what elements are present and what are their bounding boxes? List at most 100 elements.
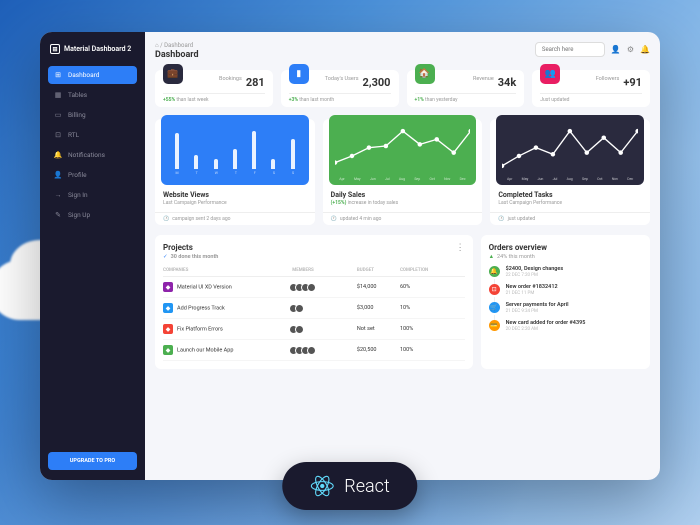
- nav-icon: ▭: [54, 111, 62, 119]
- col-header: MEMBERS: [292, 268, 357, 273]
- chart-graphic: AprMayJunJulAugSepOctNovDec: [329, 115, 477, 185]
- company-icon: ◆: [163, 345, 173, 355]
- sidebar-item-sign-up[interactable]: ✎ Sign Up: [48, 206, 137, 224]
- stat-icon: 👥: [540, 64, 560, 84]
- user-icon[interactable]: 👤: [611, 45, 621, 54]
- nav-label: Profile: [68, 171, 87, 179]
- timeline-date: 22 DEC 7:20 PM: [506, 273, 564, 278]
- more-icon[interactable]: ⋮: [456, 243, 465, 253]
- react-logo-icon: [310, 474, 334, 498]
- gear-icon[interactable]: ⚙: [627, 45, 634, 54]
- members-cell: [292, 325, 357, 334]
- timeline-text: $2400, Design changes: [506, 266, 564, 272]
- nav-icon: 🔔: [54, 151, 62, 159]
- brand: ⊞ Material Dashboard 2: [48, 42, 137, 56]
- nav-label: Notifications: [68, 151, 105, 159]
- table-row[interactable]: ◆Launch our Mobile App $20,500 100%: [163, 340, 465, 361]
- timeline-item: 🛒 Server payments for April 21 DEC 9:34 …: [489, 302, 642, 314]
- timeline-text: Server payments for April: [506, 302, 569, 308]
- sidebar-item-dashboard[interactable]: ⊞ Dashboard: [48, 66, 137, 84]
- projects-sub: ✓30 done this month: [163, 254, 465, 260]
- clock-icon: 🕐: [163, 216, 169, 222]
- stat-label: Revenue: [473, 76, 494, 82]
- brand-icon: ⊞: [50, 44, 60, 54]
- stat-footer: +1% than yesterday: [415, 93, 517, 103]
- upgrade-button[interactable]: UPGRADE TO PRO: [48, 452, 137, 470]
- timeline-date: 21 DEC 11 PM: [506, 291, 558, 296]
- company-icon: ◆: [163, 324, 173, 334]
- sidebar-item-tables[interactable]: ▦Tables: [48, 86, 137, 104]
- main-content: ⌂ / Dashboard Dashboard 👤 ⚙ 🔔 💼 Bookings…: [145, 32, 660, 480]
- sidebar-item-rtl[interactable]: ⊡ RTL: [48, 126, 137, 144]
- timeline-icon: ⊡: [489, 284, 500, 295]
- sidebar-item-sign-in[interactable]: →Sign In: [48, 186, 137, 204]
- company-icon: ◆: [163, 282, 173, 292]
- projects-panel: Projects ✓30 done this month ⋮ COMPANIES…: [155, 235, 473, 369]
- budget-cell: Not set: [357, 326, 400, 332]
- nav-icon: 👤: [54, 171, 62, 179]
- stat-footer: Just updated: [540, 93, 642, 103]
- stat-icon: ▮: [289, 64, 309, 84]
- nav-label: Tables: [68, 91, 87, 99]
- chart-card: AprMayJunJulAugSepOctNovDec Daily Sales …: [323, 119, 483, 225]
- stat-label: Today's Users: [325, 76, 359, 82]
- stat-card: 💼 Bookings281 +55% than last week: [155, 70, 273, 107]
- stat-icon: 💼: [163, 64, 183, 84]
- table-row[interactable]: ◆Material UI XD Version $14,000 60%: [163, 277, 465, 298]
- orders-sub: ▲24% this month: [489, 254, 642, 260]
- app-window: ⊞ Material Dashboard 2 ⊞ Dashboard ▦Tables…: [40, 32, 660, 480]
- topbar-actions: 👤 ⚙ 🔔: [535, 42, 650, 57]
- timeline: 🔔 $2400, Design changes 22 DEC 7:20 PM⊡ …: [489, 266, 642, 332]
- stat-value: 34k: [498, 76, 517, 89]
- completion-cell: 100%: [400, 347, 465, 353]
- stat-value: 2,300: [363, 76, 391, 89]
- nav-label: RTL: [68, 131, 79, 139]
- page-title: Dashboard: [155, 50, 199, 60]
- clock-icon: 🕐: [331, 216, 337, 222]
- nav-label: Sign In: [68, 191, 88, 199]
- bottom-row: Projects ✓30 done this month ⋮ COMPANIES…: [155, 235, 650, 369]
- chart-card: MTWTFSS Website Views Last Campaign Perf…: [155, 119, 315, 225]
- projects-title: Projects: [163, 243, 465, 252]
- col-header: BUDGET: [357, 268, 400, 273]
- bell-icon[interactable]: 🔔: [640, 45, 650, 54]
- orders-panel: Orders overview ▲24% this month 🔔 $2400,…: [481, 235, 650, 369]
- chart-footer: 🕐campaign sent 2 days ago: [155, 212, 315, 225]
- stat-card: 👥 Followers+91 Just updated: [532, 70, 650, 107]
- clock-icon: 🕐: [498, 216, 504, 222]
- nav-label: Dashboard: [68, 71, 99, 79]
- nav-icon: ⊡: [54, 131, 62, 139]
- table-row[interactable]: ◆Add Progress Track $3,000 10%: [163, 298, 465, 319]
- topbar: ⌂ / Dashboard Dashboard 👤 ⚙ 🔔: [155, 42, 650, 60]
- brand-name: Material Dashboard 2: [64, 45, 131, 53]
- sidebar-item-notifications[interactable]: 🔔 Notifications: [48, 146, 137, 164]
- sidebar-item-billing[interactable]: ▭Billing: [48, 106, 137, 124]
- nav-label: Sign Up: [68, 211, 90, 219]
- stat-label: Followers: [596, 76, 620, 82]
- nav-icon: ✎: [54, 211, 62, 219]
- chart-sub: Last Campaign Performance: [498, 200, 642, 206]
- nav-icon: ⊞: [54, 71, 62, 79]
- timeline-date: 20 DEC 2:20 AM: [506, 327, 586, 332]
- company-cell: ◆Fix Platform Errors: [163, 324, 292, 334]
- members-cell: [292, 304, 357, 313]
- sidebar-item-profile[interactable]: 👤 Profile: [48, 166, 137, 184]
- stat-icon: 🏠: [415, 64, 435, 84]
- company-cell: ◆Material UI XD Version: [163, 282, 292, 292]
- sidebar: ⊞ Material Dashboard 2 ⊞ Dashboard ▦Tables…: [40, 32, 145, 480]
- chart-title: Website Views: [163, 191, 307, 199]
- timeline-item: ⊡ New order #1832412 21 DEC 11 PM: [489, 284, 642, 296]
- chart-title: Daily Sales: [331, 191, 475, 199]
- stat-footer: +3% than last month: [289, 93, 391, 103]
- chart-title: Completed Tasks: [498, 191, 642, 199]
- members-cell: [292, 283, 357, 292]
- react-badge: React: [282, 462, 417, 510]
- search-input[interactable]: [535, 42, 605, 57]
- table-row[interactable]: ◆Fix Platform Errors Not set 100%: [163, 319, 465, 340]
- chart-sub: (+15%) increase in today sales: [331, 200, 475, 206]
- table-body: ◆Material UI XD Version $14,000 60%◆Add …: [163, 277, 465, 361]
- breadcrumb: ⌂ / Dashboard Dashboard: [155, 42, 199, 60]
- stat-value: +91: [623, 76, 642, 89]
- chart-graphic: AprMayJunJulAugSepOctNovDec: [496, 115, 644, 185]
- stat-footer: +55% than last week: [163, 93, 265, 103]
